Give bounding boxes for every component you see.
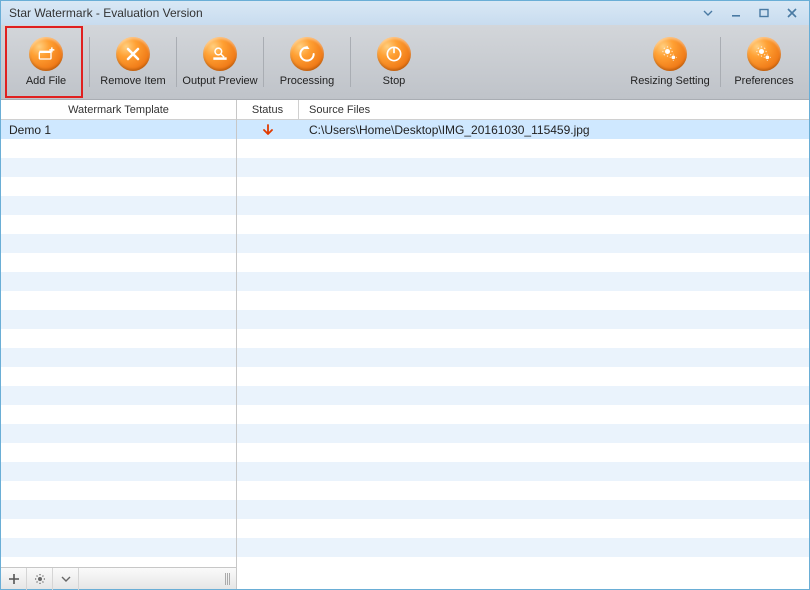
file-row[interactable] [237, 348, 809, 367]
template-row[interactable] [1, 462, 236, 481]
template-header: Watermark Template [1, 100, 236, 120]
template-row[interactable]: Demo 1 [1, 120, 236, 139]
preferences-button[interactable]: Preferences [725, 30, 803, 94]
preferences-label: Preferences [734, 75, 793, 87]
template-row[interactable] [1, 519, 236, 538]
processing-icon [290, 37, 324, 71]
template-row[interactable] [1, 158, 236, 177]
maximize-icon[interactable] [751, 4, 777, 22]
titlebar: Star Watermark - Evaluation Version [1, 1, 809, 25]
file-row[interactable] [237, 196, 809, 215]
template-row[interactable] [1, 481, 236, 500]
file-row[interactable] [237, 139, 809, 158]
main-toolbar: Add File Remove Item Output Preview Proc… [1, 25, 809, 100]
template-row[interactable] [1, 386, 236, 405]
file-row[interactable] [237, 310, 809, 329]
template-dropdown-button[interactable] [53, 568, 79, 590]
template-row[interactable] [1, 367, 236, 386]
file-row[interactable] [237, 253, 809, 272]
stop-label: Stop [383, 75, 406, 87]
template-row[interactable] [1, 196, 236, 215]
remove-item-label: Remove Item [100, 75, 165, 87]
file-row[interactable] [237, 272, 809, 291]
file-row[interactable] [237, 158, 809, 177]
template-pane: Watermark Template Demo 1 [1, 100, 237, 589]
add-file-label: Add File [26, 75, 66, 87]
template-row[interactable] [1, 139, 236, 158]
file-row[interactable] [237, 481, 809, 500]
template-row[interactable] [1, 215, 236, 234]
toolbar-separator [350, 37, 351, 87]
template-header-label: Watermark Template [68, 104, 169, 116]
file-row[interactable] [237, 329, 809, 348]
file-row[interactable] [237, 234, 809, 253]
template-list[interactable]: Demo 1 [1, 120, 236, 567]
template-row[interactable] [1, 310, 236, 329]
pane-resize-handle[interactable] [218, 573, 236, 585]
template-row[interactable] [1, 443, 236, 462]
template-row[interactable] [1, 253, 236, 272]
preferences-icon [747, 37, 781, 71]
file-row[interactable] [237, 462, 809, 481]
toolbar-separator [263, 37, 264, 87]
template-row[interactable] [1, 291, 236, 310]
template-row[interactable] [1, 234, 236, 253]
down-arrow-icon [262, 124, 274, 136]
file-row[interactable] [237, 215, 809, 234]
file-row[interactable]: C:\Users\Home\Desktop\IMG_20161030_11545… [237, 120, 809, 139]
file-row[interactable] [237, 424, 809, 443]
source-path: C:\Users\Home\Desktop\IMG_20161030_11545… [299, 123, 809, 137]
toolbar-separator [720, 37, 721, 87]
file-row[interactable] [237, 177, 809, 196]
files-header-row: Status Source Files [237, 100, 809, 120]
resizing-setting-button[interactable]: Resizing Setting [624, 30, 716, 94]
output-preview-button[interactable]: Output Preview [181, 30, 259, 94]
resizing-setting-icon [653, 37, 687, 71]
content-area: Watermark Template Demo 1 Status [1, 100, 809, 589]
template-row[interactable] [1, 348, 236, 367]
add-template-button[interactable] [1, 568, 27, 590]
template-row[interactable] [1, 538, 236, 557]
add-file-icon [29, 37, 63, 71]
template-settings-button[interactable] [27, 568, 53, 590]
stop-icon [377, 37, 411, 71]
template-row[interactable] [1, 177, 236, 196]
toolbar-separator [176, 37, 177, 87]
source-column-header[interactable]: Source Files [299, 100, 809, 119]
files-pane: Status Source Files C:\Users\Home\Deskto… [237, 100, 809, 589]
file-row[interactable] [237, 443, 809, 462]
file-row[interactable] [237, 519, 809, 538]
file-row[interactable] [237, 538, 809, 557]
file-row[interactable] [237, 386, 809, 405]
stop-button[interactable]: Stop [355, 30, 433, 94]
template-row[interactable] [1, 405, 236, 424]
processing-button[interactable]: Processing [268, 30, 346, 94]
add-file-button[interactable]: Add File [7, 30, 85, 94]
output-preview-icon [203, 37, 237, 71]
remove-item-icon [116, 37, 150, 71]
output-preview-label: Output Preview [182, 75, 257, 87]
toolbar-separator [89, 37, 90, 87]
template-toolbar [1, 567, 236, 589]
dropdown-icon[interactable] [695, 4, 721, 22]
window-title: Star Watermark - Evaluation Version [9, 6, 203, 20]
status-cell [237, 124, 299, 136]
file-row[interactable] [237, 500, 809, 519]
template-row[interactable] [1, 272, 236, 291]
template-name: Demo 1 [9, 123, 51, 137]
processing-label: Processing [280, 75, 334, 87]
resizing-setting-label: Resizing Setting [630, 75, 710, 87]
minimize-icon[interactable] [723, 4, 749, 22]
file-row[interactable] [237, 367, 809, 386]
template-row[interactable] [1, 500, 236, 519]
files-list[interactable]: C:\Users\Home\Desktop\IMG_20161030_11545… [237, 120, 809, 589]
template-row[interactable] [1, 329, 236, 348]
close-icon[interactable] [779, 4, 805, 22]
file-row[interactable] [237, 291, 809, 310]
template-row[interactable] [1, 424, 236, 443]
status-column-header[interactable]: Status [237, 100, 299, 119]
file-row[interactable] [237, 557, 809, 576]
file-row[interactable] [237, 405, 809, 424]
remove-item-button[interactable]: Remove Item [94, 30, 172, 94]
